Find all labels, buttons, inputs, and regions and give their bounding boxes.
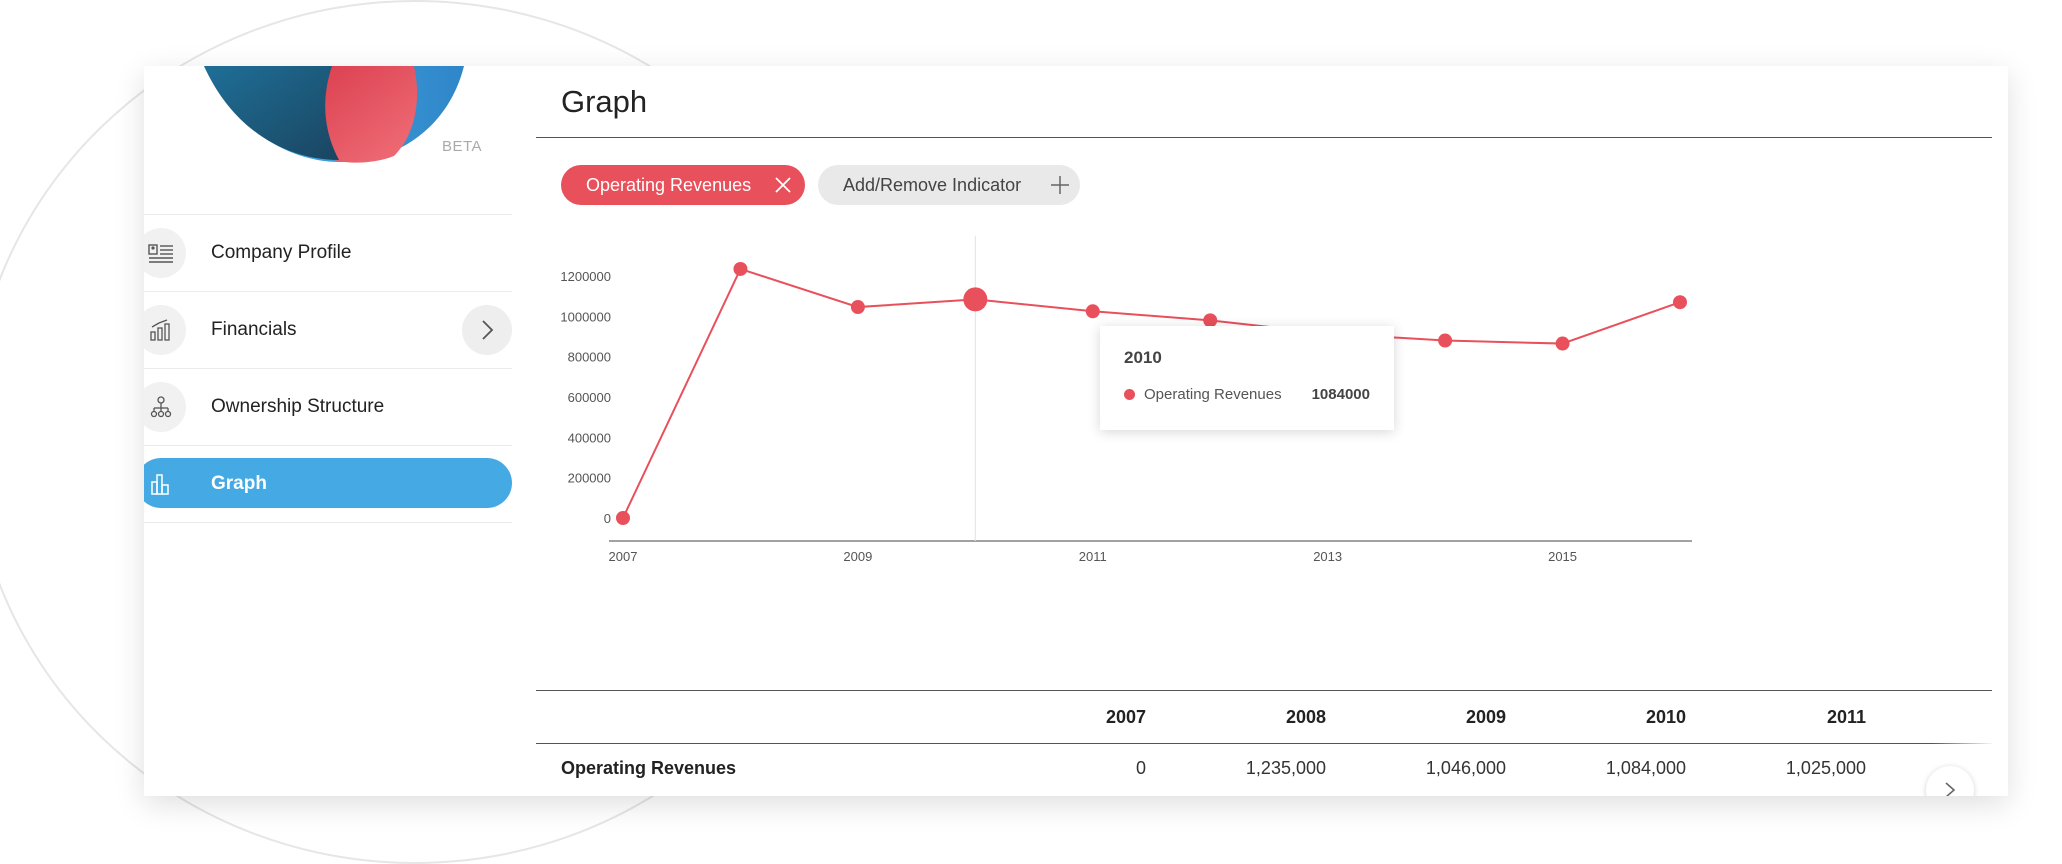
- sidebar-item-label: Ownership Structure: [211, 396, 385, 417]
- app-card: BETA Company Profile Financials Ownershi…: [144, 66, 2008, 796]
- table-header-cell: 2008: [1285, 707, 1326, 727]
- tooltip-value: 1084000: [1311, 386, 1370, 403]
- sidebar-item-ownership-structure[interactable]: Ownership Structure: [144, 368, 512, 445]
- table-cell: 0: [1135, 758, 1146, 778]
- table-cell: 1,046,000: [1425, 758, 1506, 778]
- tooltip-row: Operating Revenues 1084000: [1124, 386, 1370, 403]
- active-pill: [144, 458, 512, 508]
- plus-icon: [1051, 176, 1069, 194]
- title-divider: [536, 137, 1992, 138]
- y-tick-label: 800000: [568, 350, 611, 365]
- beta-badge: BETA: [442, 138, 483, 155]
- series-dot-icon: [1124, 389, 1135, 400]
- sidebar-item-company-profile[interactable]: Company Profile: [144, 214, 512, 291]
- sidebar-item-label: Financials: [211, 319, 297, 340]
- y-tick-label: 0: [604, 511, 611, 526]
- y-tick-label: 400000: [568, 430, 611, 445]
- close-icon[interactable]: [773, 175, 793, 195]
- add-remove-indicator-button[interactable]: Add/Remove Indicator: [818, 165, 1080, 205]
- chart-tooltip: 2010 Operating Revenues 1084000: [1100, 326, 1394, 430]
- data-point: [1555, 336, 1570, 351]
- tooltip-year: 2010: [1124, 348, 1162, 367]
- table-header-cell: 2011: [1826, 707, 1866, 727]
- profile-list-icon: [144, 228, 186, 278]
- y-tick-label: 200000: [568, 471, 611, 486]
- table-cell: 1,235,000: [1245, 758, 1326, 778]
- highlighted-data-point: [963, 287, 988, 312]
- tooltip-series: Operating Revenues: [1144, 386, 1282, 403]
- sidebar-item-label: Company Profile: [211, 242, 352, 263]
- sidebar-item-graph[interactable]: Graph: [144, 445, 512, 523]
- data-point: [1085, 304, 1100, 319]
- data-point: [850, 300, 865, 315]
- org-chart-icon: [144, 382, 186, 432]
- add-remove-indicator-label: Add/Remove Indicator: [843, 174, 1022, 195]
- y-tick-label: 600000: [568, 390, 611, 405]
- y-tick-label: 1000000: [560, 309, 611, 324]
- x-tick-label: 2007: [609, 549, 638, 564]
- indicator-chip-label: Operating Revenues: [586, 174, 752, 195]
- x-tick-label: 2015: [1548, 549, 1577, 564]
- x-tick-label: 2011: [1079, 549, 1107, 564]
- chevron-right-icon: [1945, 782, 1956, 796]
- table-cell: 1,084,000: [1605, 758, 1686, 778]
- x-tick-label: 2009: [843, 549, 872, 564]
- table-header-rule: [536, 743, 1992, 744]
- table-top-rule: [536, 690, 1992, 691]
- data-point: [733, 261, 748, 276]
- data-point: [616, 511, 630, 525]
- chevron-right-icon[interactable]: [462, 305, 512, 355]
- sidebar-nav: Company Profile Financials Ownership Str…: [144, 214, 512, 523]
- company-logo: [174, 66, 474, 166]
- y-tick-label: 1200000: [560, 269, 611, 284]
- data-point: [1438, 333, 1453, 348]
- main-panel: Graph Operating Revenues Add/Remove Indi…: [536, 66, 1992, 796]
- table-cell: 1,025,000: [1785, 758, 1866, 778]
- table-header-cell: 2009: [1465, 707, 1506, 727]
- sidebar-item-financials[interactable]: Financials: [144, 291, 512, 368]
- table-header-cell: 2007: [1105, 707, 1146, 727]
- financials-chart-icon: [144, 305, 186, 355]
- table-header-cell: 2010: [1645, 707, 1686, 727]
- x-tick-label: 2013: [1313, 549, 1342, 564]
- page-title: Graph: [561, 84, 648, 119]
- table-row-label: Operating Revenues: [561, 758, 737, 778]
- data-point: [1673, 295, 1687, 310]
- sidebar-item-label: Graph: [211, 473, 267, 494]
- indicator-chip[interactable]: Operating Revenues: [561, 165, 805, 205]
